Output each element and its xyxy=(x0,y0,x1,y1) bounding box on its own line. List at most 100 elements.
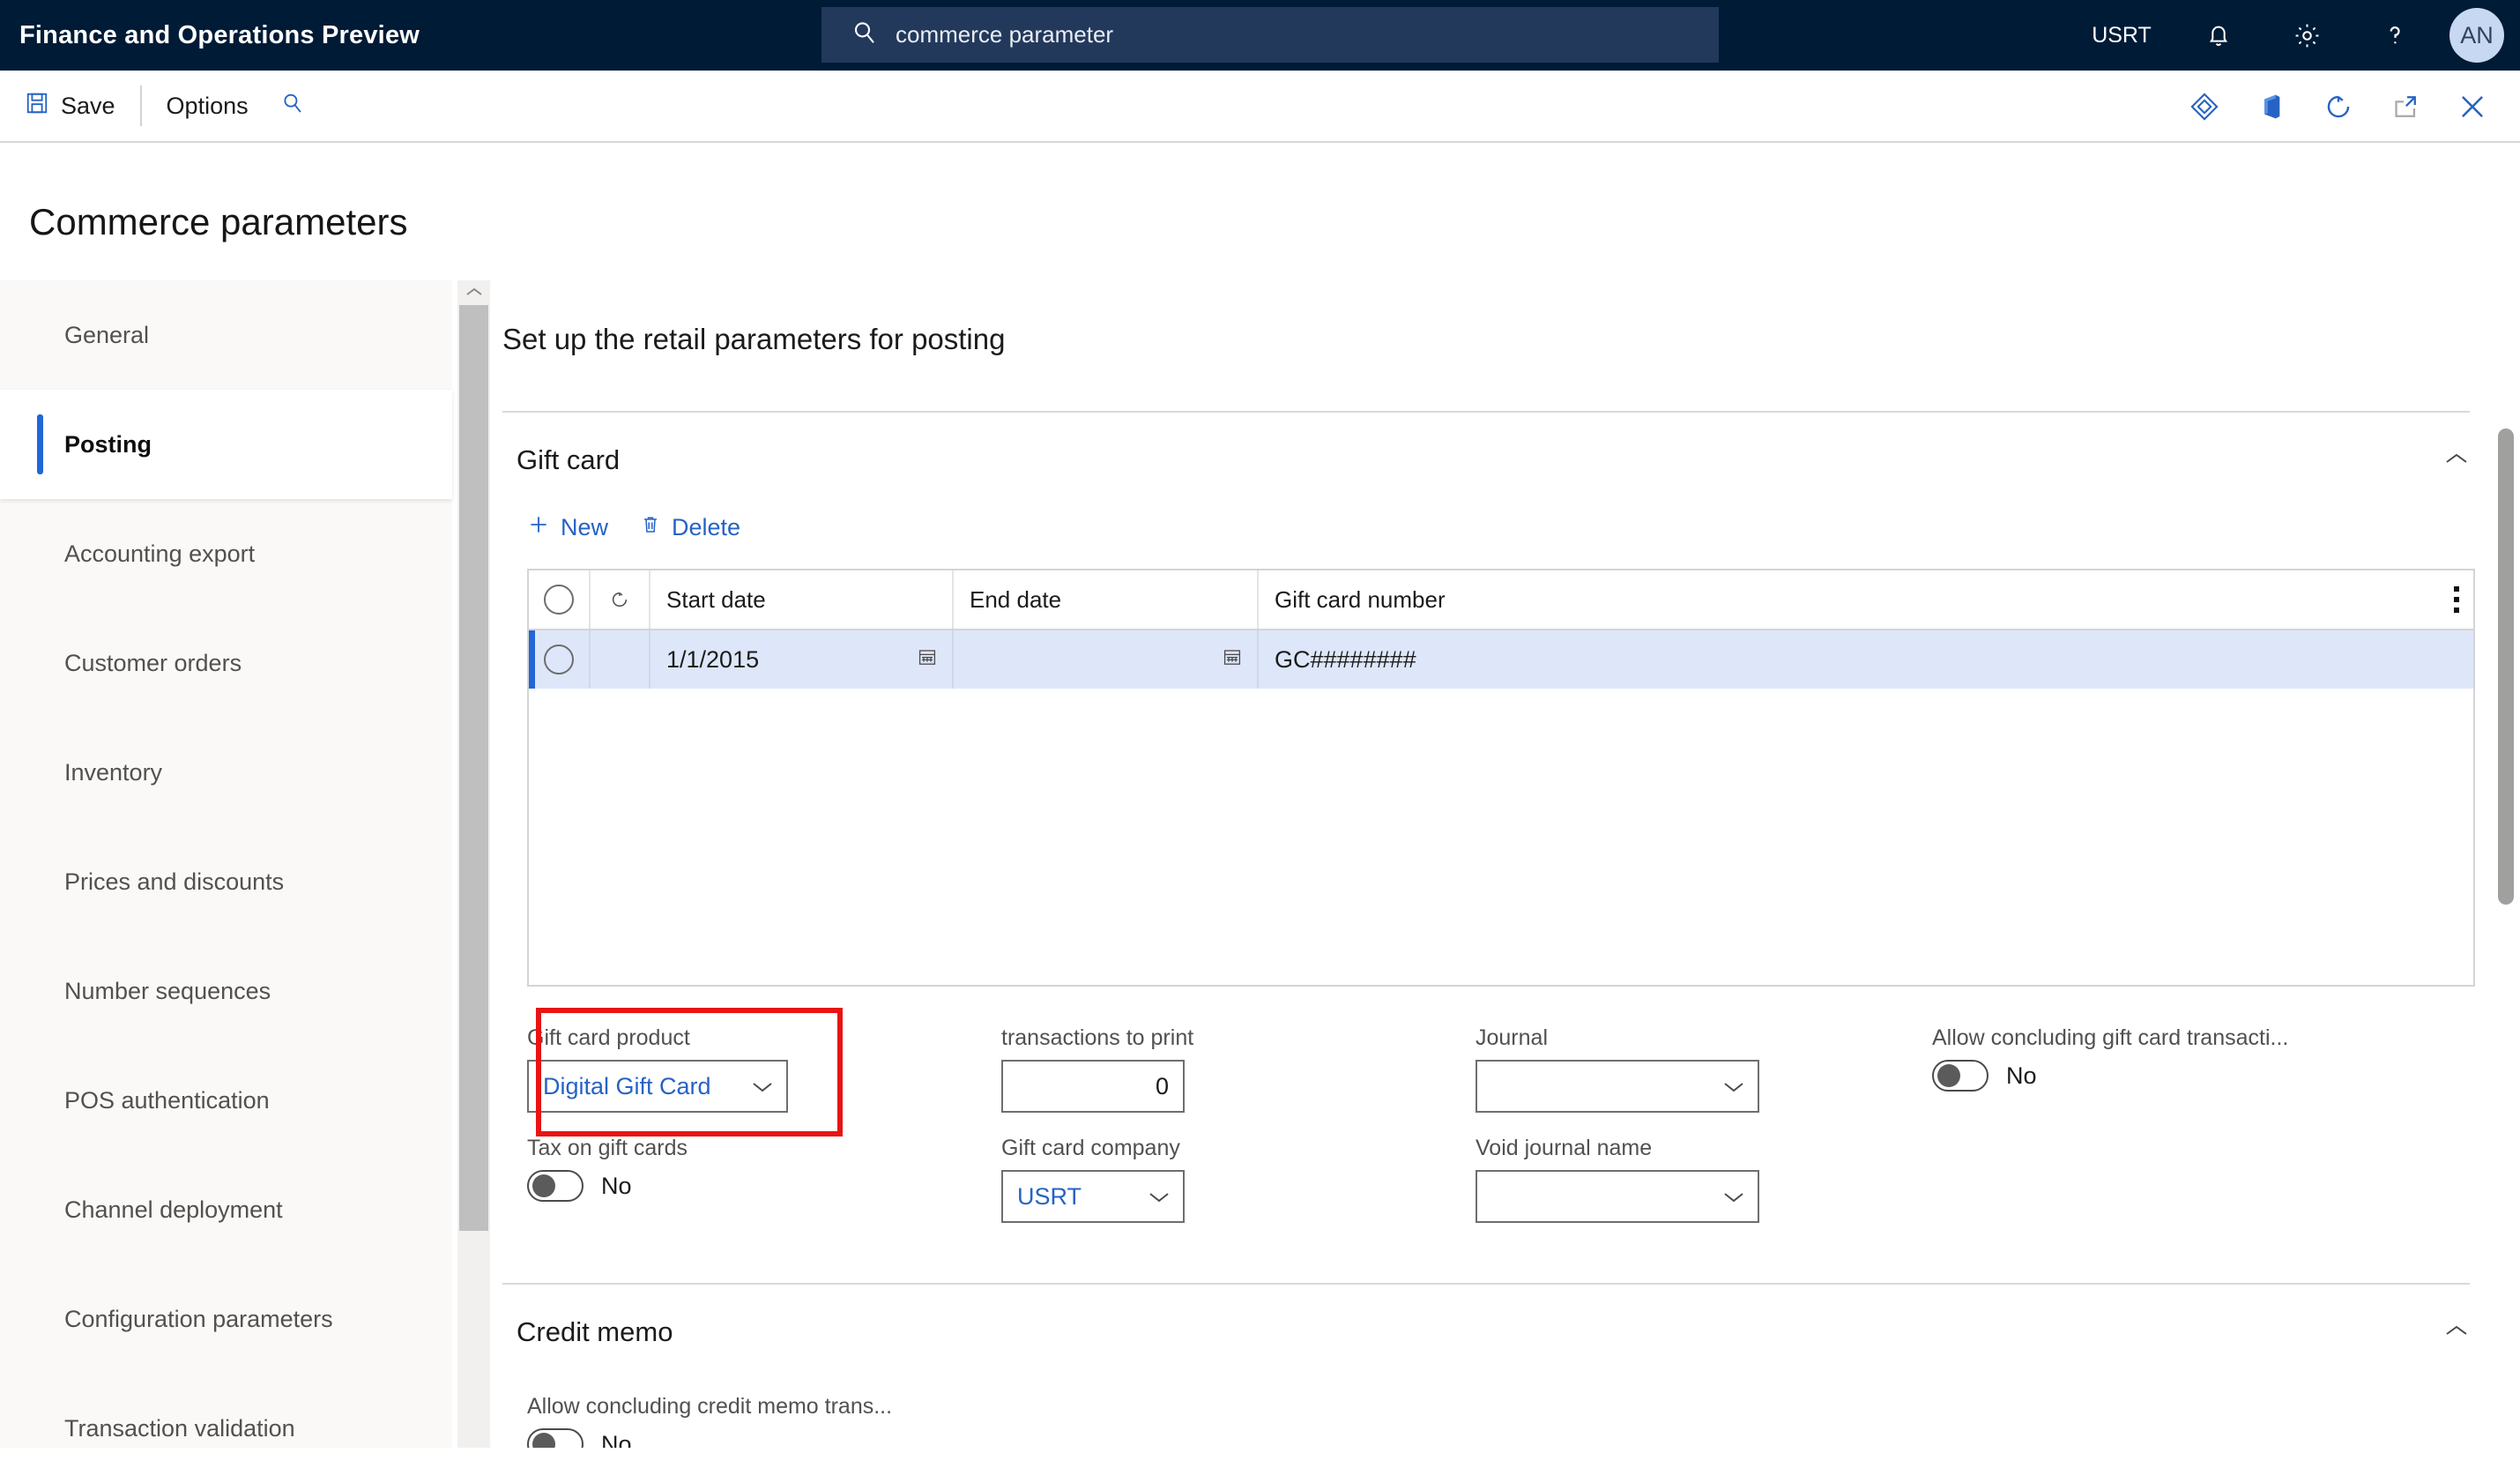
gear-icon[interactable] xyxy=(2263,0,2351,71)
plus-icon xyxy=(527,513,550,542)
cell-end-date[interactable] xyxy=(954,630,1259,689)
save-disk-icon xyxy=(25,91,49,122)
sidebar-item-label: Number sequences xyxy=(64,977,271,1004)
field-column-2: transactions to print 0 Gift card compan… xyxy=(1001,1025,1262,1246)
sidebar-item-configuration-parameters[interactable]: Configuration parameters xyxy=(0,1264,452,1374)
grid-toolbar: New Delete xyxy=(490,476,2505,542)
field-column-1: Gift card product Digital Gift Card Tax … xyxy=(527,1008,843,1246)
chevron-down-icon[interactable] xyxy=(751,1073,774,1100)
sidebar-scrollbar[interactable] xyxy=(457,280,490,1448)
allow-concluding-credit-memo-toggle[interactable] xyxy=(527,1428,584,1448)
journal-select[interactable] xyxy=(1476,1060,1759,1113)
help-question-icon[interactable] xyxy=(2351,0,2439,71)
sidebar-item-transaction-validation[interactable]: Transaction validation xyxy=(0,1374,452,1483)
open-in-new-window-icon[interactable] xyxy=(2372,71,2439,143)
gift-card-product-label: Gift card product xyxy=(527,1025,690,1050)
toolbar-divider xyxy=(139,86,142,126)
column-header-start-date[interactable]: Start date xyxy=(650,570,954,629)
row-indicator-cell xyxy=(591,630,650,689)
gift-card-product-value: Digital Gift Card xyxy=(543,1072,711,1099)
main-scrollbar-thumb[interactable] xyxy=(2498,429,2514,905)
sidebar-scrollbar-thumb[interactable] xyxy=(459,305,488,1231)
chevron-down-icon[interactable] xyxy=(1722,1183,1745,1211)
chevron-down-icon[interactable] xyxy=(1148,1183,1171,1211)
sidebar-item-label: Inventory xyxy=(64,758,163,786)
gift-card-product-select[interactable]: Digital Gift Card xyxy=(527,1060,788,1113)
gift-card-company-field: Gift card company USRT xyxy=(1001,1136,1262,1223)
transactions-to-print-field: transactions to print 0 xyxy=(1001,1025,1262,1113)
calendar-icon[interactable] xyxy=(1222,646,1243,674)
row-select-circle-icon[interactable] xyxy=(529,630,591,689)
sidebar-item-label: Posting xyxy=(64,430,152,458)
cell-gift-card-number[interactable]: GC######## xyxy=(1259,630,2473,689)
grid-empty-area xyxy=(529,689,2473,985)
sidebar-item-label: POS authentication xyxy=(64,1086,270,1114)
main-scrollbar[interactable] xyxy=(2491,280,2520,1448)
refresh-icon[interactable] xyxy=(2305,71,2372,143)
search-icon xyxy=(280,91,305,122)
allow-concluding-gift-card-toggle[interactable] xyxy=(1932,1060,1988,1092)
sidebar-item-inventory[interactable]: Inventory xyxy=(0,718,452,827)
company-selector[interactable]: USRT xyxy=(2069,0,2174,71)
tax-on-gift-cards-toggle[interactable] xyxy=(527,1170,584,1202)
credit-memo-section-header[interactable]: Credit memo xyxy=(490,1285,2505,1348)
sidebar-item-pos-authentication[interactable]: POS authentication xyxy=(0,1046,452,1155)
sidebar-item-number-sequences[interactable]: Number sequences xyxy=(0,936,452,1046)
sidebar-item-label: Channel deployment xyxy=(64,1196,283,1223)
sidebar-item-label: Configuration parameters xyxy=(64,1305,333,1332)
sidebar-item-prices-and-discounts[interactable]: Prices and discounts xyxy=(0,827,452,936)
allow-concluding-gift-card-field: Allow concluding gift card transacti... … xyxy=(1932,1025,2311,1092)
journal-field: Journal xyxy=(1476,1025,1759,1113)
chevron-up-icon[interactable] xyxy=(2443,1323,2470,1343)
void-journal-name-label: Void journal name xyxy=(1476,1136,1653,1160)
sidebar-item-accounting-export[interactable]: Accounting export xyxy=(0,499,452,608)
sidebar-item-posting[interactable]: Posting xyxy=(0,390,452,499)
chevron-up-icon[interactable] xyxy=(2443,451,2470,471)
table-row[interactable]: 1/1/2015 GC######## xyxy=(529,630,2473,689)
transactions-to-print-label: transactions to print xyxy=(1001,1025,1194,1050)
grid-header-row: Start date End date Gift card number xyxy=(529,570,2473,630)
column-header-gift-card-number[interactable]: Gift card number xyxy=(1259,570,2473,629)
gift-card-company-value: USRT xyxy=(1017,1182,1082,1210)
transactions-to-print-input[interactable]: 0 xyxy=(1001,1060,1185,1113)
calendar-icon[interactable] xyxy=(917,646,938,674)
page-title: Commerce parameters xyxy=(29,201,408,242)
options-button[interactable]: Options xyxy=(151,79,264,132)
gift-card-company-select[interactable]: USRT xyxy=(1001,1170,1185,1223)
toolbar-search-button[interactable] xyxy=(264,79,321,132)
row-refresh-icon[interactable] xyxy=(591,570,650,629)
sidebar-item-label: Accounting export xyxy=(64,540,256,567)
main-content-panel: Set up the retail parameters for posting… xyxy=(490,280,2505,1448)
cell-start-date[interactable]: 1/1/2015 xyxy=(650,630,954,689)
new-button[interactable]: New xyxy=(527,513,608,542)
action-toolbar: Save Options xyxy=(0,71,2520,143)
allow-concluding-gift-card-label: Allow concluding gift card transacti... xyxy=(1932,1025,2289,1050)
new-label: New xyxy=(561,514,609,540)
gift-card-grid: Start date End date Gift card number 1/1… xyxy=(527,569,2475,987)
sidebar-item-customer-orders[interactable]: Customer orders xyxy=(0,608,452,718)
delete-button[interactable]: Delete xyxy=(640,513,740,542)
user-avatar[interactable]: AN xyxy=(2449,8,2504,63)
office-app-icon[interactable] xyxy=(2238,71,2305,143)
gift-card-product-field: Gift card product Digital Gift Card xyxy=(527,1025,788,1113)
gift-card-fields: Gift card product Digital Gift Card Tax … xyxy=(490,1008,2505,1246)
close-icon[interactable] xyxy=(2439,71,2506,143)
notification-bell-icon[interactable] xyxy=(2174,0,2263,71)
save-button[interactable]: Save xyxy=(9,79,131,132)
more-vertical-icon[interactable] xyxy=(2454,586,2459,613)
power-apps-diamond-icon[interactable] xyxy=(2171,71,2238,143)
column-header-end-date[interactable]: End date xyxy=(954,570,1259,629)
search-icon xyxy=(851,19,878,50)
select-all-circle-icon[interactable] xyxy=(529,570,591,629)
scroll-up-arrow-icon[interactable] xyxy=(457,280,490,303)
gift-card-section-header[interactable]: Gift card xyxy=(490,413,2505,476)
void-journal-name-select[interactable] xyxy=(1476,1170,1759,1223)
delete-label: Delete xyxy=(672,514,741,540)
field-column-3: Journal Void journal name xyxy=(1476,1025,1759,1246)
sidebar-item-channel-deployment[interactable]: Channel deployment xyxy=(0,1155,452,1264)
field-column-4: Allow concluding gift card transacti... … xyxy=(1932,1025,2311,1246)
sidebar-item-general[interactable]: General xyxy=(0,280,452,390)
chevron-down-icon[interactable] xyxy=(1722,1073,1745,1100)
top-navigation-bar: Finance and Operations Preview commerce … xyxy=(0,0,2520,71)
global-search-input[interactable]: commerce parameter xyxy=(821,7,1719,63)
